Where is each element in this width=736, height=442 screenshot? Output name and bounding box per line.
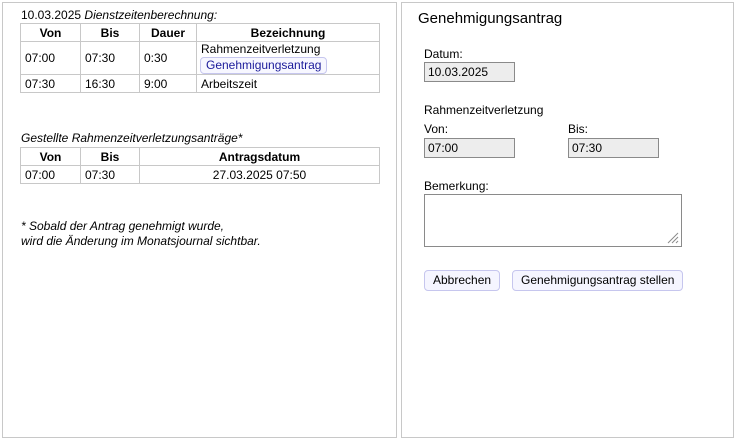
datum-label: Datum: [424,47,463,61]
von-label: Von: [424,122,449,136]
cell-bezeichnung: Arbeitszeit [196,74,380,93]
datum-field[interactable] [424,62,515,82]
bis-label: Bis: [568,122,589,136]
column-header-von: Von [20,147,81,166]
table-header-row: Von Bis Dauer Bezeichnung [20,23,380,42]
column-header-bezeichnung: Bezeichnung [196,23,380,42]
dienstzeiten-table: Von Bis Dauer Bezeichnung 07:00 07:30 0:… [20,23,380,93]
submit-antrag-button[interactable]: Genehmigungsantrag stellen [512,270,684,291]
cell-antragsdatum: 27.03.2025 07:50 [139,165,380,184]
von-field[interactable] [424,138,515,158]
column-header-von: Von [20,23,81,42]
dienstzeiten-date: 10.03.2025 [21,8,82,22]
genehmigungsantrag-panel: Genehmigungsantrag Datum: Rahmenzeitverl… [401,2,734,438]
bemerkung-textarea[interactable] [424,194,682,247]
dienstzeiten-panel: 10.03.2025 Dienstzeitenberechnung: Von B… [2,2,397,438]
cancel-button[interactable]: Abbrechen [424,270,501,291]
column-header-dauer: Dauer [139,23,197,42]
antraege-title: Gestellte Rahmenzeitverletzungsanträge* [21,131,243,145]
table-row: 07:00 07:30 27.03.2025 07:50 [20,165,380,184]
rahmenzeitverletzung-label: Rahmenzeitverletzung [424,103,544,117]
table-row: 07:30 16:30 9:00 Arbeitszeit [20,74,380,93]
dienstzeiten-title: Dienstzeitenberechnung: [84,8,218,22]
cell-dauer: 0:30 [139,41,197,75]
table-row: 07:00 07:30 0:30 Rahmenzeitverletzung Ge… [20,41,380,75]
column-header-bis: Bis [80,23,140,42]
resize-grip-icon[interactable] [665,230,679,244]
dienstzeiten-heading: 10.03.2025 Dienstzeitenberechnung: [21,8,217,22]
cell-bis: 16:30 [80,74,140,93]
footnote-line: wird die Änderung im Monatsjournal sicht… [21,234,261,248]
footnote-line: * Sobald der Antrag genehmigt wurde, [21,219,225,233]
antraege-table: Von Bis Antragsdatum 07:00 07:30 27.03.2… [20,147,380,184]
table-header-row: Von Bis Antragsdatum [20,147,380,166]
cell-dauer: 9:00 [139,74,197,93]
cell-bis: 07:30 [80,41,140,75]
column-header-bis: Bis [80,147,140,166]
cell-bis: 07:30 [80,165,140,184]
bis-field[interactable] [568,138,659,158]
bezeichnung-text: Rahmenzeitverletzung [201,42,321,56]
cell-bezeichnung: Rahmenzeitverletzung Genehmigungsantrag [196,41,380,75]
genehmigungsantrag-link[interactable]: Genehmigungsantrag [200,57,328,74]
cell-von: 07:30 [20,74,81,93]
column-header-antragsdatum: Antragsdatum [139,147,380,166]
footnote: * Sobald der Antrag genehmigt wurde, wir… [21,219,261,249]
cell-von: 07:00 [20,41,81,75]
cell-von: 07:00 [20,165,81,184]
form-title: Genehmigungsantrag [418,10,563,27]
bemerkung-label: Bemerkung: [424,179,489,193]
